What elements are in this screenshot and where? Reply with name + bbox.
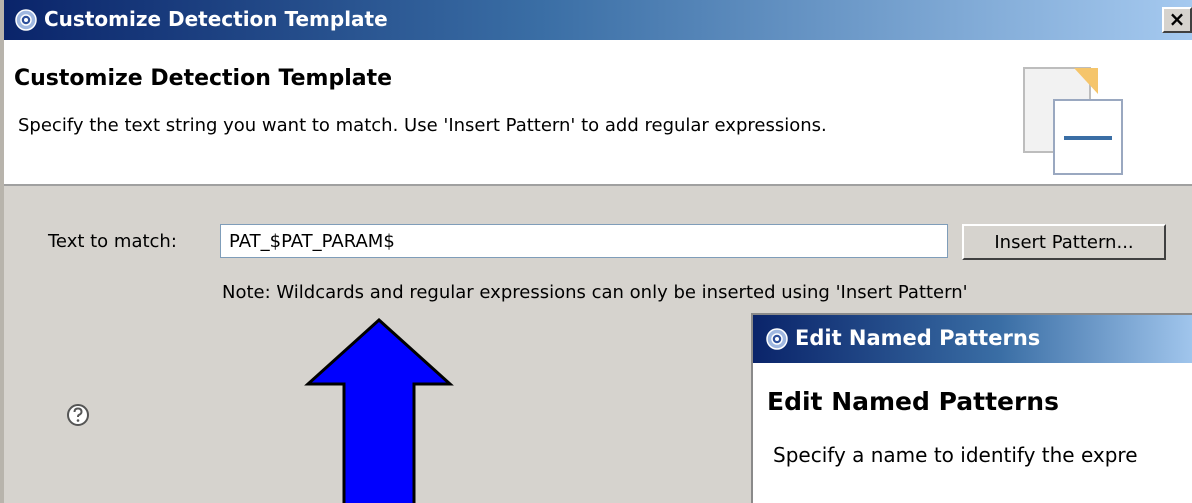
close-button[interactable]: × <box>1162 7 1192 33</box>
window-title: Customize Detection Template <box>44 7 388 31</box>
sub-page-description: Specify a name to identify the expre <box>773 443 1138 467</box>
text-to-match-label: Text to match: <box>48 231 177 252</box>
text-to-match-input[interactable] <box>220 224 948 258</box>
gear-icon <box>766 328 788 350</box>
note-text: Note: Wildcards and regular expressions … <box>222 282 968 303</box>
page-description: Specify the text string you want to matc… <box>18 115 827 136</box>
title-bar[interactable]: Customize Detection Template × <box>4 0 1192 40</box>
document-wizard-icon <box>1023 67 1123 175</box>
help-icon[interactable] <box>66 403 90 427</box>
customize-detection-dialog: Customize Detection Template × Customize… <box>0 0 1192 503</box>
sub-title-bar[interactable]: Edit Named Patterns <box>753 315 1192 363</box>
sub-page-title: Edit Named Patterns <box>767 387 1059 416</box>
gear-icon <box>15 9 37 31</box>
up-arrow-annotation <box>304 318 454 503</box>
page-title: Customize Detection Template <box>14 66 393 91</box>
sub-window-title: Edit Named Patterns <box>795 326 1041 350</box>
insert-pattern-button[interactable]: Insert Pattern... <box>962 224 1166 260</box>
wizard-header <box>4 40 1192 186</box>
edit-named-patterns-dialog: Edit Named Patterns Edit Named Patterns … <box>751 313 1192 503</box>
